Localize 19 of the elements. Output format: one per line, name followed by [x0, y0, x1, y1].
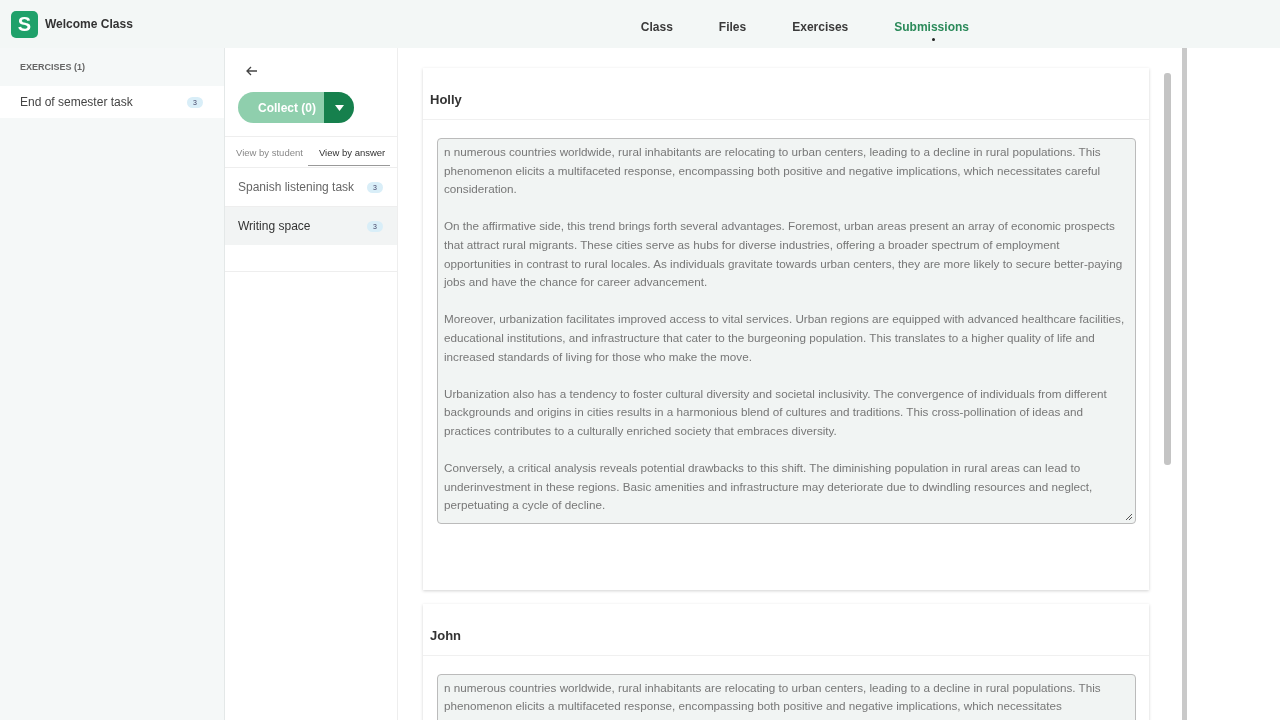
answer-label: Spanish listening task: [238, 180, 355, 194]
answer-paragraph: Urbanization also has a tendency to foster cultural diversity and societal inclusivity. The convergence of individuals from different backgrounds and origins in cities results in a harmonious blend of cultures and traditions. This cross-pollination of ideas and practices contributes to a culturally enriched society that embraces diversity.: [444, 385, 1108, 439]
answer-paragraph: Moreover, urbanization facilitates improved access to vital services. Urban regions are equipped with advanced healthcare facilities, educational institutions, and infrastructure that cater to the burgeoning population. This translates to a higher quality of life and increased standards of living for those who make the move.: [444, 311, 1126, 365]
answer-label: Writing space: [238, 219, 311, 233]
nav-tab[interactable]: Class: [617, 13, 696, 42]
class-title: Welcome Class: [45, 17, 133, 31]
nav-tab[interactable]: Exercises: [769, 13, 872, 42]
exercise-label: End of semester task: [20, 95, 133, 109]
sidebar-heading: EXERCISES (1): [19, 61, 87, 74]
answer-paragraph: n numerous countries worldwide, rural inhabitants are relocating to urban centers, leading to a decline in rural populations. This phenomenon elicits a multifaceted response, encompassing both positive and negative implications, which necessitates: [444, 679, 1102, 715]
nav-tab[interactable]: Submissions: [871, 13, 992, 42]
answer-paragraph: n numerous countries worldwide, rural inhabitants are relocating to urban centers, leading to a decline in rural populations. This phenomenon elicits a multifaceted response, encompassing both positive and negative implications, which necessitates careful consideration.: [444, 144, 1102, 198]
view-tab[interactable]: View by answer: [307, 138, 391, 166]
student-name: Holly: [423, 68, 1149, 120]
nav-tab[interactable]: Files: [695, 13, 770, 42]
answer-paragraph: Conversely, a critical analysis reveals potential drawbacks to this shift. The diminishing population in rural areas can lead to underinvestment in these regions. Basic amenities and infrastructure may deteriorate due to dwindling resources and neglect, perpetuating a cycle of decline.: [444, 460, 1094, 514]
student-name: John: [423, 603, 1149, 656]
view-tab[interactable]: View by student: [225, 138, 308, 166]
answer-paragraph: On the affirmative side, this trend brings forth several advantages. Foremost, urban areas present an array of economic prospects that attract rural migrants. These cities serve as hubs for diverse industries, offering a broader spectrum of employment opportunities in contrast to rural locales. As individuals gravitate towards urban centers, they are more likely to secure better-paying jobs and have the chance for career advancement.: [444, 218, 1124, 291]
